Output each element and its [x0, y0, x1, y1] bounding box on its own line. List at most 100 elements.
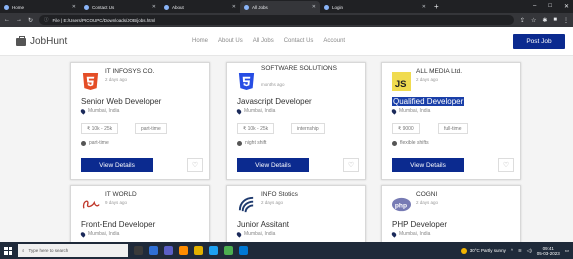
company-name: SOFTWARE SOLUTIONS — [261, 65, 337, 72]
chrome-icon[interactable] — [224, 246, 233, 255]
job-title[interactable]: Javascript Developer — [237, 97, 312, 106]
file-explorer-icon[interactable] — [194, 246, 203, 255]
close-tab-icon[interactable]: ✕ — [312, 4, 316, 10]
html5-logo — [82, 72, 99, 91]
close-tab-icon[interactable]: ✕ — [152, 4, 156, 10]
svg-text:php: php — [395, 202, 407, 209]
share-icon[interactable]: ⇪ — [520, 17, 525, 24]
star-icon[interactable]: ☆ — [531, 17, 536, 24]
location-pin-icon — [390, 107, 398, 115]
job-title[interactable]: Front-End Developer — [81, 220, 155, 229]
location: Mumbai, India — [235, 230, 275, 238]
nav-home[interactable]: Home — [192, 38, 208, 44]
posted-time: 2 days ago — [416, 200, 439, 205]
shift-info: night shift — [237, 140, 266, 146]
moon-icon — [237, 140, 242, 146]
toolbar-icons: ⇪ ☆ ✱ ■ ⋮ — [520, 17, 569, 24]
extensions-icon[interactable]: ✱ — [542, 17, 547, 24]
view-details-button[interactable]: View Details — [237, 158, 309, 172]
nav-all-jobs[interactable]: All Jobs — [253, 38, 274, 44]
company-name: IT WORLD — [105, 191, 137, 198]
maximize-icon[interactable]: □ — [548, 3, 552, 9]
css3-logo — [238, 72, 255, 91]
taskbar-search[interactable]: ⌕ Type here to search — [18, 244, 128, 257]
menu-icon[interactable]: ⋮ — [563, 17, 569, 24]
job-listings: IT INFOSYS CO. 2 days ago Senior Web Dev… — [0, 56, 573, 253]
tab-about[interactable]: About ✕ — [160, 1, 240, 13]
job-title[interactable]: Qualified Developer — [392, 97, 465, 106]
php-logo: php — [392, 197, 411, 212]
salary-chip: ₹ 10k - 25k — [237, 123, 275, 134]
posted-time: 9 days ago — [105, 200, 128, 205]
weather-widget[interactable]: 30°C Partly sunny — [460, 247, 506, 254]
reload-icon[interactable]: ↻ — [28, 17, 33, 24]
task-view-icon[interactable] — [134, 246, 143, 255]
vscode-icon[interactable] — [239, 246, 248, 255]
location: Mumbai, India — [79, 107, 119, 115]
posted-time: 2 days ago — [416, 77, 439, 82]
shift-info: flexible shifts — [392, 140, 429, 146]
close-tab-icon[interactable]: ✕ — [422, 4, 426, 10]
script-logo — [82, 200, 100, 209]
globe-icon — [4, 4, 9, 10]
location-pin-icon — [79, 107, 87, 115]
teams-icon[interactable] — [164, 246, 173, 255]
brand[interactable]: JobHunt — [16, 35, 67, 47]
globe-icon — [164, 4, 169, 10]
heart-icon[interactable]: ♡ — [187, 158, 203, 172]
minimize-icon[interactable]: – — [533, 3, 536, 9]
job-card: JS ALL MEDIA Ltd. 2 days ago Qualified D… — [381, 62, 521, 180]
job-title[interactable]: PHP Developer — [392, 220, 447, 229]
site-header: JobHunt Home About Us All Jobs Contact U… — [0, 27, 573, 56]
post-job-button[interactable]: Post Job — [513, 34, 565, 49]
volume-icon[interactable]: ◁) — [527, 248, 532, 254]
job-type-chip: full-time — [438, 123, 468, 134]
clock[interactable]: 09:41 05-03-2023 — [537, 246, 560, 256]
view-details-button[interactable]: View Details — [81, 158, 153, 172]
job-card: IT INFOSYS CO. 2 days ago Senior Web Dev… — [70, 62, 210, 180]
firefox-icon[interactable] — [179, 246, 188, 255]
tab-home[interactable]: Home ✕ — [0, 1, 80, 13]
briefcase-icon — [16, 35, 26, 46]
notifications-icon[interactable]: ▭ — [565, 248, 569, 254]
heart-icon[interactable]: ♡ — [343, 158, 359, 172]
salary-chip: ₹ 10k - 25k — [81, 123, 119, 134]
tab-all-jobs[interactable]: All Jobs ✕ — [240, 1, 320, 13]
close-tab-icon[interactable]: ✕ — [232, 4, 236, 10]
wave-logo — [238, 196, 254, 213]
view-details-button[interactable]: View Details — [392, 158, 464, 172]
edge-icon[interactable] — [149, 246, 158, 255]
info-icon[interactable]: ⓘ — [44, 17, 49, 23]
posted-time: 2 days ago — [105, 77, 128, 82]
tab-contact[interactable]: Contact Us ✕ — [80, 1, 160, 13]
company-name: COGNI — [416, 191, 438, 198]
location: Mumbai, India — [235, 107, 275, 115]
profile-icon[interactable]: ■ — [553, 17, 557, 24]
close-tab-icon[interactable]: ✕ — [72, 4, 76, 10]
store-icon[interactable] — [209, 246, 218, 255]
job-title[interactable]: Senior Web Developer — [81, 97, 161, 106]
back-icon[interactable]: ← — [4, 17, 10, 23]
js-logo: JS — [392, 72, 411, 91]
salary-chip: ₹ 9000 — [392, 123, 420, 134]
clock-icon — [81, 140, 86, 146]
company-name: IT INFOSYS CO. — [105, 68, 155, 75]
close-window-icon[interactable]: ✕ — [564, 3, 569, 10]
sun-icon — [460, 247, 467, 254]
tab-login[interactable]: Login ✕ — [320, 1, 430, 13]
browser-tab-bar: Home ✕ Contact Us ✕ About ✕ All Jobs ✕ Login… — [0, 0, 573, 13]
url-field[interactable]: ⓘ File | E:/Users/PICOUPC/Downloads/JOB/… — [39, 15, 514, 25]
new-tab-button[interactable]: + — [434, 1, 439, 13]
nav-about[interactable]: About Us — [218, 38, 243, 44]
wifi-icon[interactable]: ≋ — [518, 248, 522, 254]
job-title[interactable]: Junior Assitant — [237, 220, 289, 229]
windows-start-icon[interactable] — [4, 246, 12, 255]
location-pin-icon — [235, 230, 243, 238]
forward-icon[interactable]: → — [16, 17, 22, 23]
nav-account[interactable]: Account — [323, 38, 345, 44]
heart-icon[interactable]: ♡ — [498, 158, 514, 172]
nav-contact[interactable]: Contact Us — [284, 38, 314, 44]
company-name: INFO Stotics — [261, 191, 298, 198]
chevron-up-icon[interactable]: ^ — [511, 248, 513, 253]
clock-icon — [392, 140, 397, 146]
